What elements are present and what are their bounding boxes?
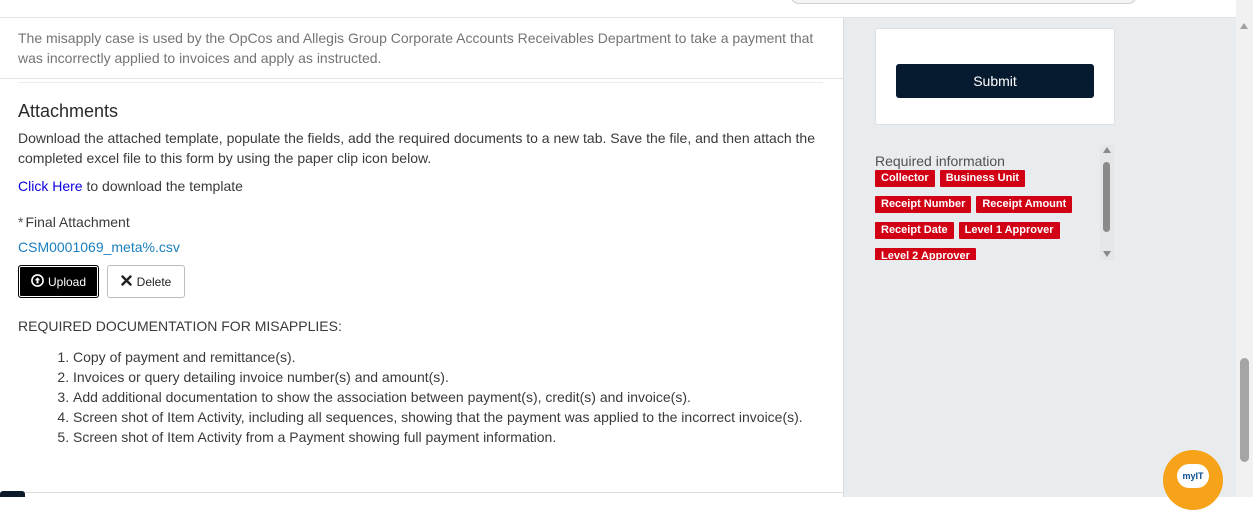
divider [18,82,823,83]
required-docs-heading: REQUIRED DOCUMENTATION FOR MISAPPLIES: [18,318,342,334]
chat-launcher-button[interactable]: myIT [1163,450,1223,510]
submit-button[interactable]: Submit [896,64,1094,98]
required-field-badge[interactable]: Level 1 Approver [958,222,1060,239]
scroll-up-icon[interactable] [1103,147,1111,153]
attached-file-link[interactable]: CSM0001069_meta%.csv [18,239,180,255]
scrollbar-thumb[interactable] [1103,162,1110,232]
global-search-input[interactable] [790,0,1137,4]
divider [0,492,843,493]
required-field-badge[interactable]: Receipt Amount [976,196,1073,213]
list-item: Invoices or query detailing invoice numb… [73,367,803,387]
upload-label: Upload [47,274,87,289]
list-item: Screen shot of Item Activity from a Paym… [73,427,803,447]
scroll-down-icon[interactable] [1103,251,1111,257]
final-attachment-text: Final Attachment [25,214,130,230]
attachments-instructions: Download the attached template, populate… [18,130,815,166]
required-docs-list: Copy of payment and remittance(s). Invoi… [55,347,803,447]
delete-button[interactable]: Delete [107,265,185,298]
list-item: Screen shot of Item Activity, including … [73,407,803,427]
footer-tab [0,491,25,497]
download-template-link[interactable]: Click Here [18,178,83,194]
delete-label: Delete [136,274,172,289]
chat-icon: myIT [1177,464,1209,488]
list-item: Add additional documentation to show the… [73,387,803,407]
required-marker: * [18,214,24,230]
required-fields-list: Collector Business Unit Receipt Number R… [875,170,1103,260]
download-template-text: to download the template [82,178,243,194]
final-attachment-label: * Final Attachment [18,214,130,230]
list-item: Copy of payment and remittance(s). [73,347,803,367]
required-field-badge[interactable]: Receipt Number [875,196,972,213]
download-template-line: Click Here to download the template [18,178,243,194]
required-information-panel: Required information Collector Business … [875,145,1115,260]
required-field-badge[interactable]: Receipt Date [875,222,954,239]
page-scrollbar[interactable] [1236,0,1253,497]
required-information-title: Required information [875,153,1005,169]
attachments-heading: Attachments [18,101,119,121]
required-field-badge[interactable]: Collector [875,170,935,187]
main-form-panel: The misapply case is used by the OpCos a… [0,18,843,497]
submit-card: Submit [875,28,1115,125]
scrollbar-thumb[interactable] [1240,358,1249,462]
close-icon [120,274,132,289]
top-bar [0,0,1236,18]
required-field-badge[interactable]: Business Unit [939,170,1026,187]
scroll-up-icon[interactable] [1240,23,1248,29]
divider [0,78,843,79]
required-info-scrollbar[interactable] [1100,145,1114,260]
required-field-badge[interactable]: Level 2 Approver [875,248,976,260]
upload-icon [31,273,44,290]
sidebar: Submit Required information Collector Bu… [843,18,1237,497]
case-description: The misapply case is used by the OpCos a… [18,30,814,66]
upload-button[interactable]: Upload [18,265,99,298]
